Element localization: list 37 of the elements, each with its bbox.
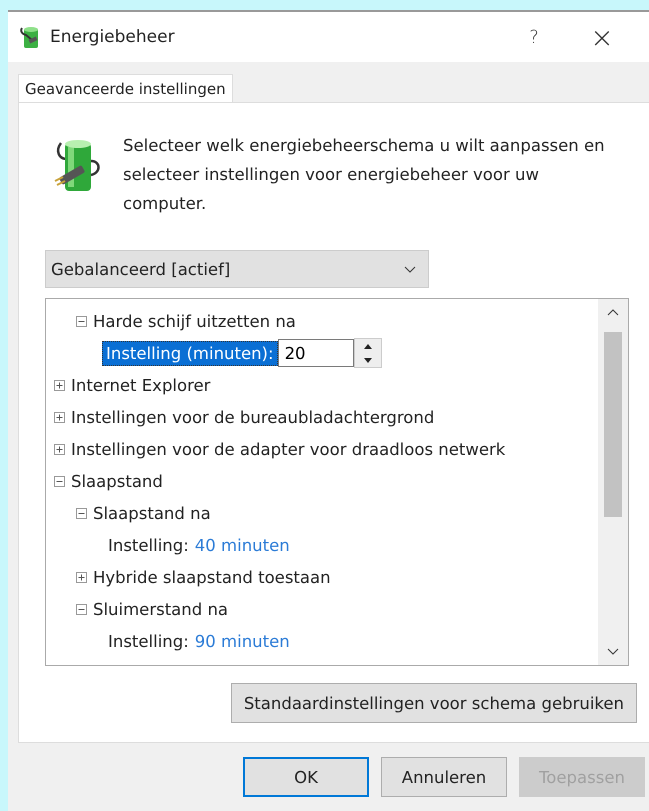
expand-icon[interactable] xyxy=(54,412,65,422)
setting-label: Instelling: xyxy=(108,632,189,650)
tab[interactable]: Geavanceerde instellingen xyxy=(18,74,233,103)
scrollbar-thumb[interactable] xyxy=(604,332,622,517)
setting-label: Instelling: xyxy=(108,536,189,554)
setting-value-link[interactable]: 40 minuten xyxy=(194,536,290,554)
tree-item[interactable]: Slaapstand na xyxy=(93,504,211,522)
chevron-down-icon[interactable] xyxy=(607,648,619,655)
scrollbar[interactable] xyxy=(598,299,628,665)
dialog-button[interactable]: Annuleren xyxy=(381,757,507,797)
plan-dropdown[interactable]: Gebalanceerd [actief] xyxy=(45,250,429,288)
tree-item[interactable]: Harde schijf uitzetten na xyxy=(93,312,296,330)
spinner[interactable] xyxy=(354,338,382,368)
collapse-icon[interactable] xyxy=(76,604,87,614)
expand-icon[interactable] xyxy=(76,572,87,582)
chevron-down-icon xyxy=(404,266,416,272)
dialog-button[interactable]: OK xyxy=(243,757,369,797)
collapse-icon[interactable] xyxy=(76,316,87,326)
tree-item[interactable]: Instellingen voor de bureaubladachtergrond xyxy=(71,408,434,426)
help-button[interactable]: ? xyxy=(504,17,564,57)
tree-item[interactable]: Slaapstand xyxy=(71,472,163,490)
collapse-icon[interactable] xyxy=(76,508,87,518)
setting-label: Instelling (minuten): xyxy=(102,340,278,366)
tree-item[interactable]: Instellingen voor de adapter voor draadloos netwerk xyxy=(71,440,506,458)
chevron-up-icon[interactable] xyxy=(607,309,619,316)
expand-icon[interactable] xyxy=(54,380,65,390)
window-title: Energiebeheer xyxy=(50,27,176,47)
expand-icon[interactable] xyxy=(54,444,65,454)
setting-value-link[interactable]: 90 minuten xyxy=(194,632,290,650)
close-button[interactable]: × xyxy=(572,17,632,57)
collapse-icon[interactable] xyxy=(54,476,65,486)
intro-text: Selecteer welk energiebeheerschema u wilt aanpassen en selecteer instellingen voor energiebeheer voor uw computer. xyxy=(123,135,606,215)
tree-item[interactable]: Sluimerstand na xyxy=(93,600,228,618)
tree-item[interactable]: Hybride slaapstand toestaan xyxy=(93,568,331,586)
restore-defaults-button[interactable]: Standaardinstellingen voor schema gebruiken xyxy=(230,683,637,723)
tree-item[interactable]: Internet Explorer xyxy=(71,376,210,394)
minutes-field[interactable]: 20 xyxy=(278,339,354,367)
